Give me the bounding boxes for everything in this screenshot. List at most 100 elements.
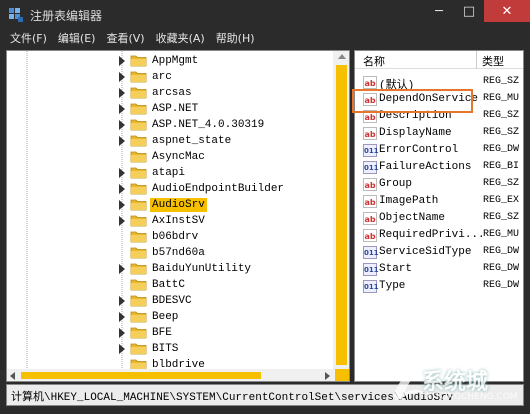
expand-arrow-icon[interactable] (119, 72, 125, 82)
value-type: REG_SZ (483, 76, 520, 87)
tree-item[interactable]: b06bdrv (7, 229, 337, 245)
tree-item-label: AsyncMac (152, 151, 205, 163)
tree-item[interactable]: aspnet_state (7, 133, 337, 149)
string-value-icon: ab (363, 195, 377, 208)
value-row[interactable]: ab DependOnService REG_MU (355, 92, 523, 109)
tree-item-label: AppMgmt (152, 55, 199, 67)
binary-value-icon: 011 (363, 161, 379, 174)
value-name: Group (379, 178, 413, 190)
tree-vertical-scrollbar[interactable] (333, 51, 349, 369)
value-row[interactable]: ab DisplayName REG_SZ (355, 126, 523, 143)
value-row[interactable]: ab Description REG_SZ (355, 109, 523, 126)
tree-item[interactable]: AppMgmt (7, 53, 337, 69)
column-header-type[interactable]: 类型 (482, 53, 504, 69)
expand-arrow-icon[interactable] (119, 264, 125, 274)
value-type: REG_MU (483, 229, 520, 240)
tree-item[interactable]: AudioEndpointBuilder (7, 181, 337, 197)
tree-item[interactable]: BDESVC (7, 293, 337, 309)
expand-arrow-icon[interactable] (119, 136, 125, 146)
value-row[interactable]: 011 FailureActions REG_BI (355, 160, 523, 177)
tree-vertical-scroll-thumb[interactable] (336, 65, 347, 365)
string-value-icon: ab (363, 229, 377, 242)
folder-icon (130, 231, 147, 243)
tree-horizontal-scroll-thumb[interactable] (21, 372, 261, 379)
value-type: REG_DW (483, 263, 520, 274)
expand-arrow-icon[interactable] (119, 200, 125, 210)
window-controls: ─ □ ✕ (424, 0, 530, 22)
tree-item-label: aspnet_state (152, 135, 232, 147)
tree-item[interactable]: BattC (7, 277, 337, 293)
tree-item[interactable]: Beep (7, 309, 337, 325)
value-row[interactable]: 011 Type REG_DW (355, 279, 523, 296)
expand-arrow-icon[interactable] (119, 296, 125, 306)
value-name: ImagePath (379, 195, 439, 207)
string-value-icon: ab (363, 178, 377, 191)
tree-item[interactable]: BFE (7, 325, 337, 341)
value-row[interactable]: 011 ServiceSidType REG_DW (355, 245, 523, 262)
watermark-logo: 系统城 XITONGCHENG.COM (388, 352, 518, 408)
watermark-subtext: XITONGCHENG.COM (426, 392, 518, 402)
folder-icon (130, 311, 147, 323)
tree-item[interactable]: AsyncMac (7, 149, 337, 165)
tree-item-label: atapi (152, 167, 186, 179)
expand-arrow-icon[interactable] (119, 120, 125, 130)
string-value-icon: ab (363, 93, 377, 106)
tree-item[interactable]: ASP.NET (7, 101, 337, 117)
folder-icon (130, 199, 147, 211)
folder-icon (130, 119, 147, 131)
menu-help[interactable]: 帮助(H) (216, 30, 255, 48)
expand-arrow-icon[interactable] (119, 312, 125, 322)
folder-icon (130, 103, 147, 115)
column-separator[interactable] (476, 51, 477, 69)
folder-icon (130, 279, 147, 291)
tree-item-label: BITS (152, 343, 179, 355)
scroll-up-icon[interactable] (338, 54, 346, 59)
value-row[interactable]: ab Group REG_SZ (355, 177, 523, 194)
value-row[interactable]: ab ImagePath REG_EX (355, 194, 523, 211)
value-name: RequiredPrivi... (379, 229, 485, 241)
column-header-name[interactable]: 名称 (363, 53, 385, 69)
folder-icon (130, 183, 147, 195)
value-name: ErrorControl (379, 144, 459, 156)
tree-item[interactable]: arc (7, 69, 337, 85)
value-row[interactable]: ab RequiredPrivi... REG_MU (355, 228, 523, 245)
folder-icon (130, 343, 147, 355)
scroll-right-icon[interactable] (325, 372, 330, 380)
close-button[interactable]: ✕ (484, 0, 530, 22)
registry-editor-icon (9, 8, 23, 22)
tree-item[interactable]: BaiduYunUtility (7, 261, 337, 277)
expand-arrow-icon[interactable] (119, 328, 125, 338)
scroll-left-icon[interactable] (10, 372, 15, 380)
expand-arrow-icon[interactable] (119, 216, 125, 226)
tree-item[interactable]: arcsas (7, 85, 337, 101)
menu-view[interactable]: 查看(V) (106, 30, 144, 48)
value-row[interactable]: 011 Start REG_DW (355, 262, 523, 279)
registry-values-list[interactable]: 名称 类型 ab (默认) REG_SZ ab DependOnService REG_M… (354, 50, 524, 382)
tree-item-label: b57nd60a (152, 247, 205, 259)
value-row[interactable]: 011 ErrorControl REG_DW (355, 143, 523, 160)
expand-arrow-icon[interactable] (119, 344, 125, 354)
expand-arrow-icon[interactable] (119, 168, 125, 178)
tree-item[interactable]: b57nd60a (7, 245, 337, 261)
expand-arrow-icon[interactable] (119, 88, 125, 98)
value-row[interactable]: ab (默认) REG_SZ (355, 75, 523, 92)
tree-horizontal-scrollbar[interactable] (7, 369, 349, 381)
menu-edit[interactable]: 编辑(E) (58, 30, 96, 48)
folder-icon (130, 71, 147, 83)
tree-item[interactable]: atapi (7, 165, 337, 181)
registry-tree[interactable]: AppMgmt arc arcsas ASP.NET ASP.NET_4.0.30319… (6, 50, 350, 382)
expand-arrow-icon[interactable] (119, 184, 125, 194)
tree-item[interactable]: BITS (7, 341, 337, 357)
minimize-button[interactable]: ─ (424, 0, 454, 22)
expand-arrow-icon[interactable] (119, 104, 125, 114)
tree-item[interactable]: ASP.NET_4.0.30319 (7, 117, 337, 133)
tree-item[interactable]: AudioSrv (7, 197, 337, 213)
tree-item[interactable]: AxInstSV (7, 213, 337, 229)
folder-icon (130, 87, 147, 99)
menu-favorites[interactable]: 收藏夹(A) (156, 30, 205, 48)
value-row[interactable]: ab ObjectName REG_SZ (355, 211, 523, 228)
folder-icon (130, 167, 147, 179)
maximize-button[interactable]: □ (454, 0, 484, 22)
menu-file[interactable]: 文件(F) (10, 30, 47, 48)
expand-arrow-icon[interactable] (119, 56, 125, 66)
